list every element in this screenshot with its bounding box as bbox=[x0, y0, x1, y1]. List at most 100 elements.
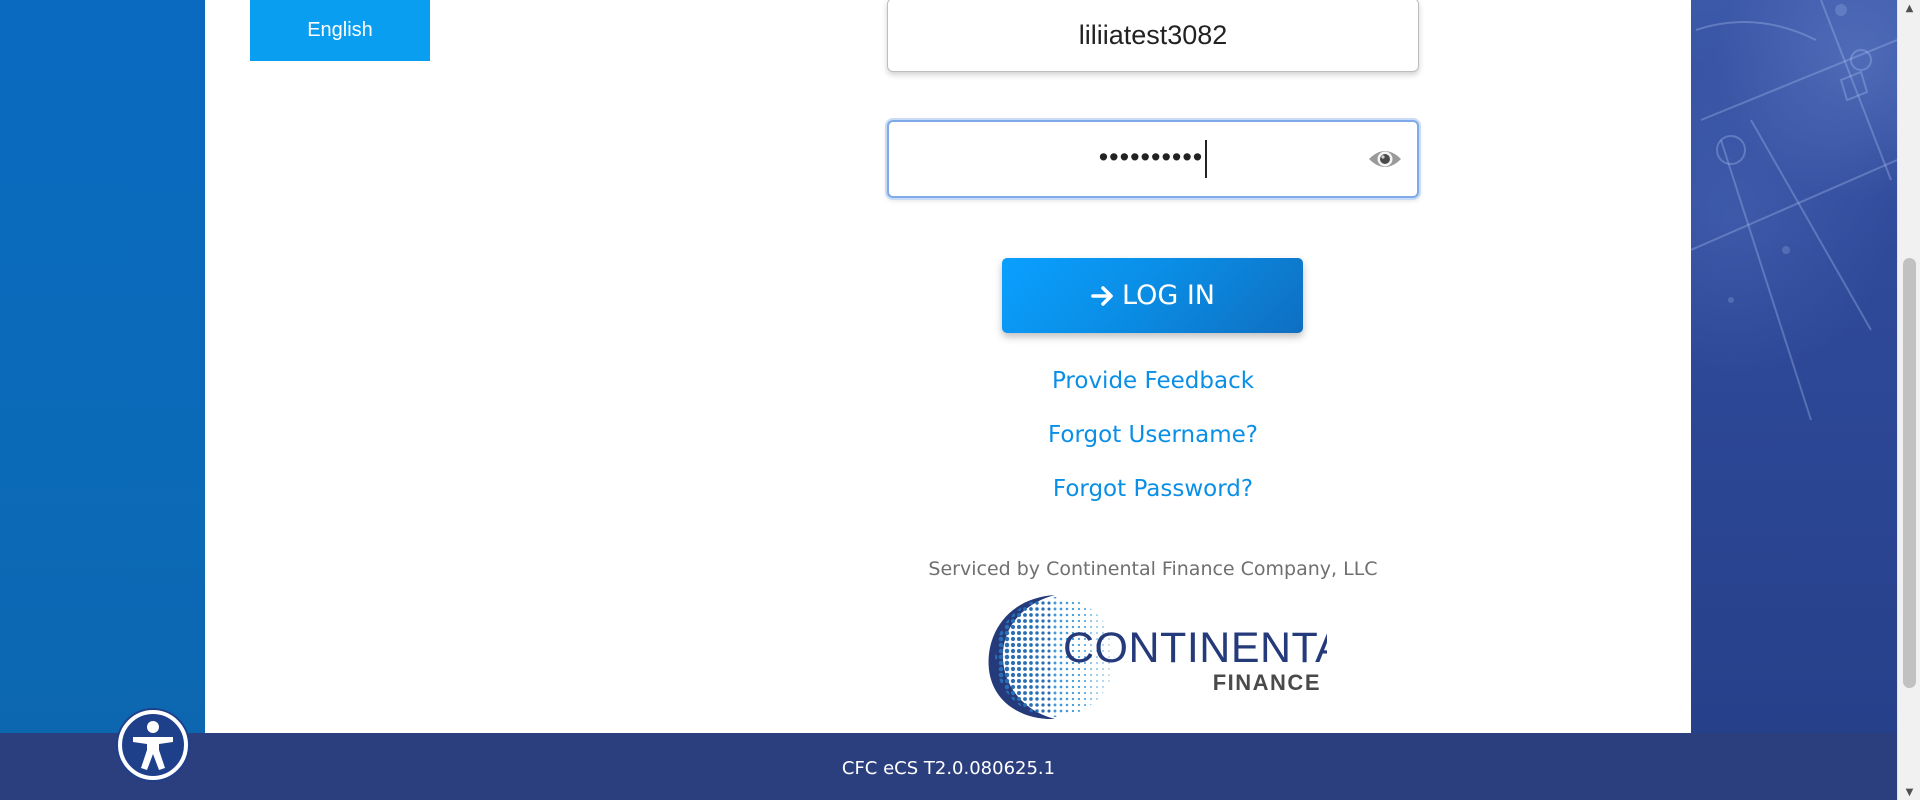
logo-globe-dot bbox=[1035, 709, 1039, 713]
forgot-password-link[interactable]: Forgot Password? bbox=[887, 476, 1419, 502]
logo-globe-dot bbox=[1077, 697, 1081, 701]
logo-globe-dot bbox=[1065, 697, 1069, 701]
logo-globe-dot bbox=[1084, 614, 1086, 616]
logo-globe-dot bbox=[1004, 672, 1010, 678]
logo-globe-dot bbox=[1041, 673, 1045, 677]
logo-globe-dot bbox=[1084, 608, 1086, 610]
logo-globe-dot bbox=[1065, 685, 1069, 689]
logo-globe-dot bbox=[1108, 674, 1110, 676]
logo-globe-dot bbox=[1023, 679, 1027, 683]
logo-globe-dot bbox=[1071, 679, 1075, 683]
login-button[interactable]: LOG IN bbox=[1002, 258, 1303, 333]
logo-globe-dot bbox=[1035, 697, 1039, 701]
logo-globe-dot bbox=[1010, 672, 1016, 678]
accessibility-button[interactable] bbox=[118, 710, 188, 780]
logo-globe-dot bbox=[1102, 680, 1104, 682]
logo-globe-dot bbox=[1047, 691, 1051, 695]
logo-globe-dot bbox=[1047, 709, 1051, 713]
logo-globe-dot bbox=[1059, 601, 1063, 605]
logo-globe-dot bbox=[1010, 624, 1016, 630]
logo-globe-dot bbox=[1010, 654, 1016, 660]
logo-globe-dot bbox=[1090, 680, 1092, 682]
logo-globe-dot bbox=[1016, 618, 1022, 624]
logo-globe-dot bbox=[998, 654, 1004, 660]
logo-globe-dot bbox=[1029, 697, 1033, 701]
logo-globe-dot bbox=[1096, 680, 1098, 682]
logo-globe-dot bbox=[1090, 614, 1092, 616]
footer-bar: CFC eCS T2.0.080625.1 bbox=[0, 733, 1897, 800]
username-field[interactable]: liliiatest3082 bbox=[887, 0, 1419, 72]
logo-globe-dot bbox=[1023, 619, 1027, 623]
logo-globe-dot bbox=[1065, 709, 1069, 713]
logo-globe-dot bbox=[1047, 649, 1051, 653]
logo-globe-dot bbox=[1035, 691, 1039, 695]
logo-globe-dot bbox=[1023, 613, 1027, 617]
logo-globe-dot bbox=[1047, 685, 1051, 689]
logo-globe-dot bbox=[1077, 685, 1081, 689]
logo-globe-dot bbox=[1053, 667, 1057, 671]
logo-globe-dot bbox=[1016, 642, 1022, 648]
logo-globe-dot bbox=[1102, 620, 1104, 622]
logo-globe-dot bbox=[1023, 667, 1027, 671]
logo-globe-dot bbox=[1084, 674, 1086, 676]
logo-globe-dot bbox=[1010, 636, 1016, 642]
logo-globe-dot bbox=[1053, 613, 1057, 617]
logo-globe-dot bbox=[1084, 692, 1086, 694]
logo-globe-dot bbox=[1016, 612, 1022, 618]
logo-globe-dot bbox=[1035, 613, 1039, 617]
scroll-down-icon[interactable]: ▼ bbox=[1898, 784, 1920, 800]
logo-globe-dot bbox=[1023, 655, 1027, 659]
eye-icon[interactable] bbox=[1367, 146, 1403, 172]
logo-globe-dot bbox=[1004, 648, 1010, 654]
logo-globe-dot bbox=[1071, 703, 1075, 707]
scroll-up-icon[interactable]: ▲ bbox=[1898, 0, 1920, 16]
scroll-thumb[interactable] bbox=[1903, 258, 1916, 688]
provide-feedback-link[interactable]: Provide Feedback bbox=[887, 368, 1419, 394]
logo-globe-dot bbox=[1016, 678, 1022, 684]
logo-globe-dot bbox=[1090, 608, 1092, 610]
logo-globe-dot bbox=[1035, 625, 1039, 629]
forgot-username-link[interactable]: Forgot Username? bbox=[887, 422, 1419, 448]
language-button[interactable]: English bbox=[250, 0, 430, 61]
logo-globe-dot bbox=[1016, 630, 1022, 636]
logo-globe-dot bbox=[1035, 655, 1039, 659]
logo-globe-dot bbox=[1059, 643, 1063, 647]
logo-globe-dot bbox=[1053, 703, 1057, 707]
logo-globe-dot bbox=[1029, 679, 1033, 683]
logo-globe-dot bbox=[1059, 685, 1063, 689]
logo-globe-dot bbox=[1023, 643, 1027, 647]
logo-globe-dot bbox=[1053, 697, 1057, 701]
logo-globe-dot bbox=[1059, 625, 1063, 629]
logo-globe-dot bbox=[1065, 679, 1069, 683]
logo-globe-dot bbox=[1084, 686, 1086, 688]
logo-globe-dot bbox=[998, 666, 1004, 672]
password-field[interactable]: •••••••••• bbox=[887, 120, 1419, 198]
logo-globe-dot bbox=[1041, 619, 1045, 623]
logo-globe-dot bbox=[998, 636, 1004, 642]
logo-globe-dot bbox=[1004, 666, 1010, 672]
arrow-right-icon bbox=[1091, 285, 1113, 306]
text-caret bbox=[1205, 140, 1208, 178]
logo-globe-dot bbox=[1071, 619, 1075, 623]
logo-globe-dot bbox=[1047, 703, 1051, 707]
logo-globe-dot bbox=[1029, 655, 1033, 659]
logo-globe-dot bbox=[1053, 607, 1057, 611]
logo-globe-dot bbox=[1059, 613, 1063, 617]
logo-globe-dot bbox=[1016, 660, 1022, 666]
logo-globe-dot bbox=[1077, 601, 1081, 605]
logo-globe-dot bbox=[1047, 607, 1051, 611]
logo-globe-dot bbox=[1084, 680, 1086, 682]
logo-globe-dot bbox=[1090, 686, 1092, 688]
logo-globe-dot bbox=[1029, 703, 1033, 707]
vertical-scrollbar[interactable]: ▲ ▼ bbox=[1897, 0, 1920, 800]
logo-globe-dot bbox=[1077, 679, 1081, 683]
logo-globe-dot bbox=[1041, 637, 1045, 641]
logo-globe-dot bbox=[1053, 625, 1057, 629]
logo-globe-dot bbox=[1053, 655, 1057, 659]
logo-globe-dot bbox=[1016, 690, 1022, 696]
logo-globe-dot bbox=[1035, 649, 1039, 653]
logo-globe-dot bbox=[1010, 684, 1016, 690]
logo-globe-dot bbox=[1071, 673, 1075, 677]
logo-globe-dot bbox=[1059, 679, 1063, 683]
logo-globe-dot bbox=[1035, 661, 1039, 665]
